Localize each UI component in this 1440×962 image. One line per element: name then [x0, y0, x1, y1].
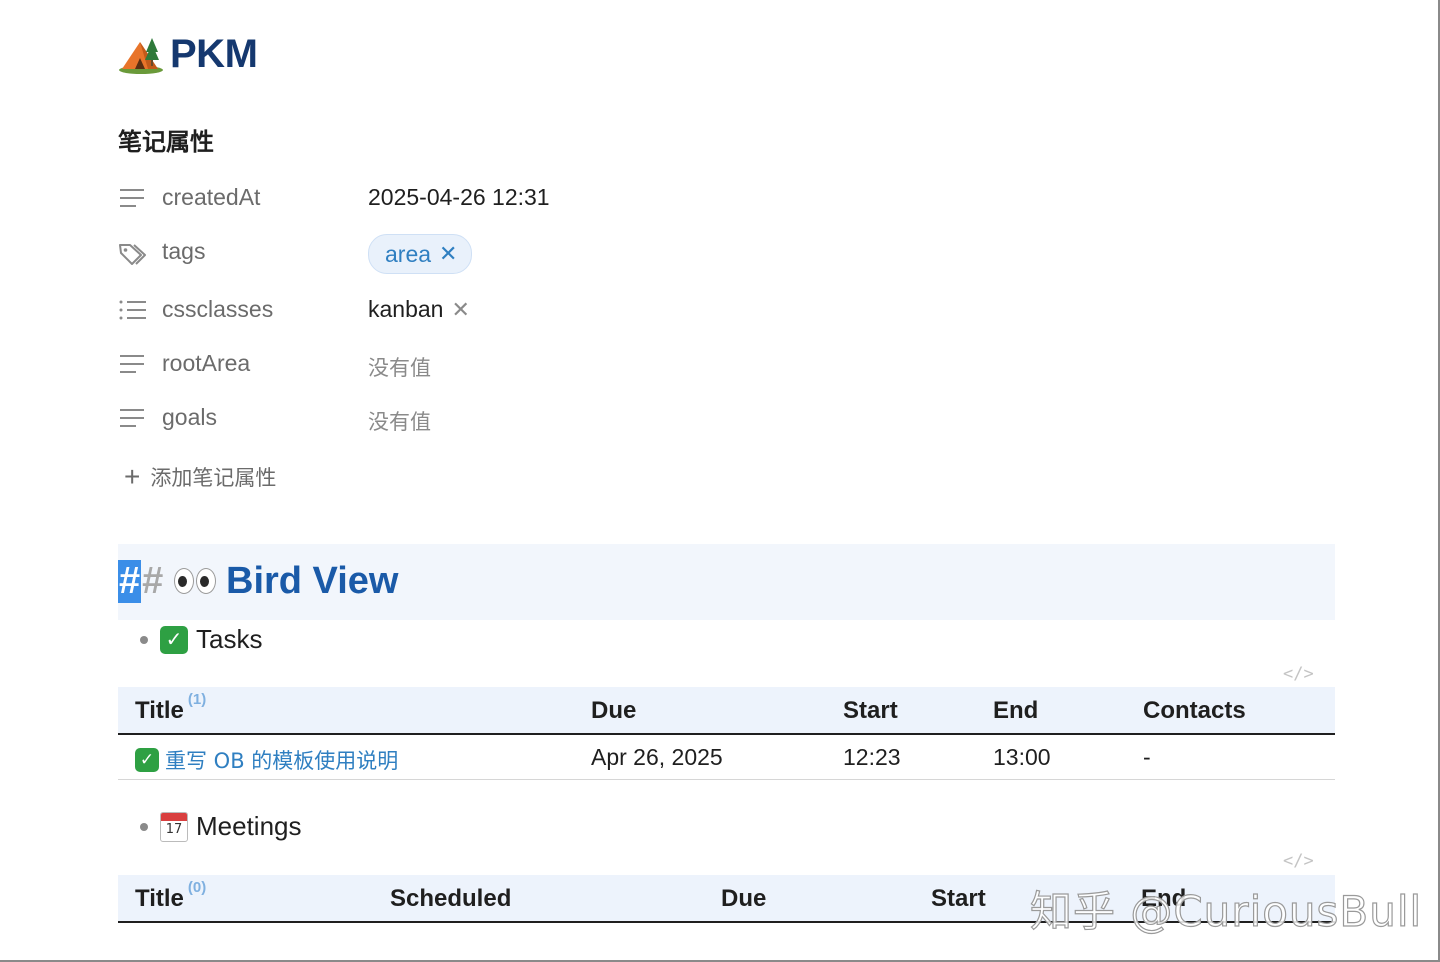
tag-icon — [119, 244, 146, 265]
text-lines-icon — [120, 409, 144, 427]
add-property-label: 添加笔记属性 — [150, 466, 277, 490]
column-header-title[interactable]: Title (0) — [135, 879, 206, 913]
property-key: goals — [162, 404, 217, 430]
check-mark-icon: ✓ — [160, 625, 188, 654]
property-row-createdAt[interactable]: createdAt 2025-04-26 12:31 — [118, 178, 718, 218]
column-header-due[interactable]: Due — [591, 697, 636, 725]
section-heading[interactable]: Bird View — [174, 558, 398, 604]
column-header-start[interactable]: Start — [931, 885, 986, 913]
property-row-cssclasses[interactable]: cssclasses kanban ✕ — [118, 290, 718, 330]
row-count-badge: (1) — [187, 691, 207, 708]
column-header-start[interactable]: Start — [843, 697, 898, 725]
property-empty-value[interactable]: 没有值 — [368, 406, 431, 436]
list-item-tasks[interactable]: ✓ Tasks — [140, 624, 262, 655]
task-link[interactable]: ✓ 重写 OB 的模板使用说明 — [135, 745, 398, 775]
tag-label: area — [385, 240, 432, 267]
list-icon — [119, 300, 146, 320]
tag-pill-area[interactable]: area ✕ — [368, 234, 473, 274]
watermark: 知乎 @CuriousBull — [1029, 886, 1423, 936]
remove-cssclass-icon[interactable]: ✕ — [451, 297, 469, 323]
task-end: 13:00 — [993, 744, 1051, 770]
table-row: ✓ 重写 OB 的模板使用说明 Apr 26, 2025 12:23 13:00… — [118, 735, 1335, 780]
calendar-icon: 17 — [160, 811, 188, 842]
plus-icon: + — [124, 461, 141, 492]
row-count-badge: (0) — [187, 879, 207, 896]
eye-left — [174, 568, 194, 594]
section-heading-text: Bird View — [226, 559, 399, 602]
property-key: tags — [162, 238, 206, 264]
task-due: Apr 26, 2025 — [591, 744, 723, 770]
bullet-dot — [140, 822, 148, 831]
page-title: PKM — [118, 30, 258, 78]
tasks-label: Tasks — [196, 624, 263, 654]
selected-hash-char: # — [118, 559, 142, 603]
eye-right — [196, 568, 216, 594]
column-header-end[interactable]: End — [993, 697, 1038, 725]
list-item-meetings[interactable]: 17 Meetings — [140, 811, 302, 842]
cssclass-value[interactable]: kanban ✕ — [368, 296, 470, 323]
property-value[interactable]: 2025-04-26 12:31 — [368, 184, 550, 211]
column-header-due[interactable]: Due — [721, 885, 766, 913]
camping-tent-icon — [119, 38, 163, 74]
hash-char: # — [142, 559, 164, 602]
meetings-label: Meetings — [196, 811, 302, 841]
page-title-text: PKM — [170, 31, 258, 76]
code-block-icon[interactable]: </> — [1283, 664, 1314, 684]
eyes-icon — [174, 568, 216, 594]
column-header-contacts[interactable]: Contacts — [1143, 697, 1246, 725]
property-key: cssclasses — [162, 296, 274, 322]
check-mark-icon: ✓ — [135, 748, 159, 772]
code-block-icon[interactable]: </> — [1283, 851, 1314, 871]
property-row-tags[interactable]: tags area ✕ — [118, 234, 718, 274]
text-lines-icon — [120, 189, 144, 207]
cssclass-label: kanban — [368, 296, 444, 322]
property-empty-value[interactable]: 没有值 — [368, 352, 431, 382]
column-header-title[interactable]: Title (1) — [135, 691, 206, 725]
task-start: 12:23 — [843, 744, 901, 770]
properties-heading: 笔记属性 — [118, 128, 214, 156]
bullet-dot — [140, 635, 148, 644]
task-contacts: - — [1143, 744, 1151, 770]
property-row-goals[interactable]: goals 没有值 — [118, 398, 718, 438]
remove-tag-icon[interactable]: ✕ — [439, 241, 457, 267]
add-property-button[interactable]: + 添加笔记属性 — [124, 462, 276, 492]
task-title: 重写 OB 的模板使用说明 — [165, 749, 399, 773]
property-key: rootArea — [162, 350, 251, 376]
text-lines-icon — [120, 355, 144, 373]
tasks-table-header: Title (1) Due Start End Contacts — [118, 687, 1335, 735]
property-row-rootArea[interactable]: rootArea 没有值 — [118, 344, 718, 384]
property-key: createdAt — [162, 184, 261, 210]
column-header-scheduled[interactable]: Scheduled — [390, 885, 511, 913]
heading-markdown-hash[interactable]: # # — [118, 558, 163, 604]
